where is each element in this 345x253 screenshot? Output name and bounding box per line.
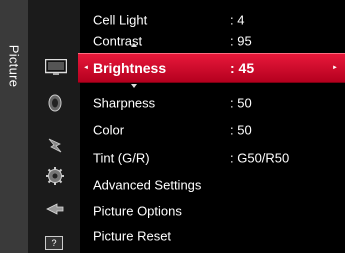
picture-menu: Cell Light : 4 Contrast : 95 Sharpness :…	[80, 0, 345, 253]
menu-item-picture-options[interactable]: Picture Options	[80, 198, 345, 224]
scroll-up-indicator	[131, 43, 137, 47]
category-icon-column: ?	[28, 0, 80, 253]
menu-item-sharpness[interactable]: Sharpness : 50	[80, 90, 345, 116]
menu-item-value: : 50	[230, 95, 252, 111]
menu-item-label: Advanced Settings	[93, 177, 202, 193]
menu-item-color[interactable]: Color : 50	[80, 117, 345, 143]
menu-item-value: : G50/R50	[230, 150, 290, 166]
menu-item-value: : 45	[230, 60, 255, 76]
menu-item-label: Picture Reset	[93, 228, 172, 244]
channel-icon[interactable]	[45, 135, 65, 155]
menu-item-brightness[interactable]: ◄ Brightness : 45 ►	[78, 53, 345, 83]
side-tab-label: Picture	[6, 44, 22, 88]
menu-item-label: Cell Light	[93, 12, 148, 28]
menu-item-label: Sharpness	[93, 95, 156, 111]
right-arrow-icon[interactable]: ►	[332, 65, 338, 71]
setup-icon[interactable]	[45, 166, 65, 186]
menu-item-value: : 50	[230, 122, 252, 138]
left-arrow-icon[interactable]: ◄	[83, 65, 89, 71]
menu-item-advanced-settings[interactable]: Advanced Settings	[80, 172, 345, 198]
menu-item-value: : 4	[230, 12, 245, 28]
menu-item-tint[interactable]: Tint (G/R) : G50/R50	[80, 145, 345, 171]
sound-icon[interactable]	[45, 93, 65, 113]
menu-item-label: Tint (G/R)	[93, 150, 150, 166]
scroll-down-indicator	[131, 84, 137, 88]
menu-item-label: Picture Options	[93, 203, 182, 219]
input-icon[interactable]	[45, 199, 65, 219]
support-icon-glyph: ?	[45, 236, 63, 250]
menu-item-picture-reset[interactable]: Picture Reset	[80, 223, 345, 249]
picture-icon[interactable]	[44, 58, 68, 75]
menu-item-contrast[interactable]: Contrast : 95	[80, 28, 345, 54]
side-tab: Picture	[0, 0, 28, 253]
menu-item-label: Color	[93, 122, 125, 138]
menu-item-value: : 95	[230, 33, 252, 49]
support-icon[interactable]: ?	[45, 236, 63, 250]
menu-item-label: Brightness	[93, 60, 167, 76]
